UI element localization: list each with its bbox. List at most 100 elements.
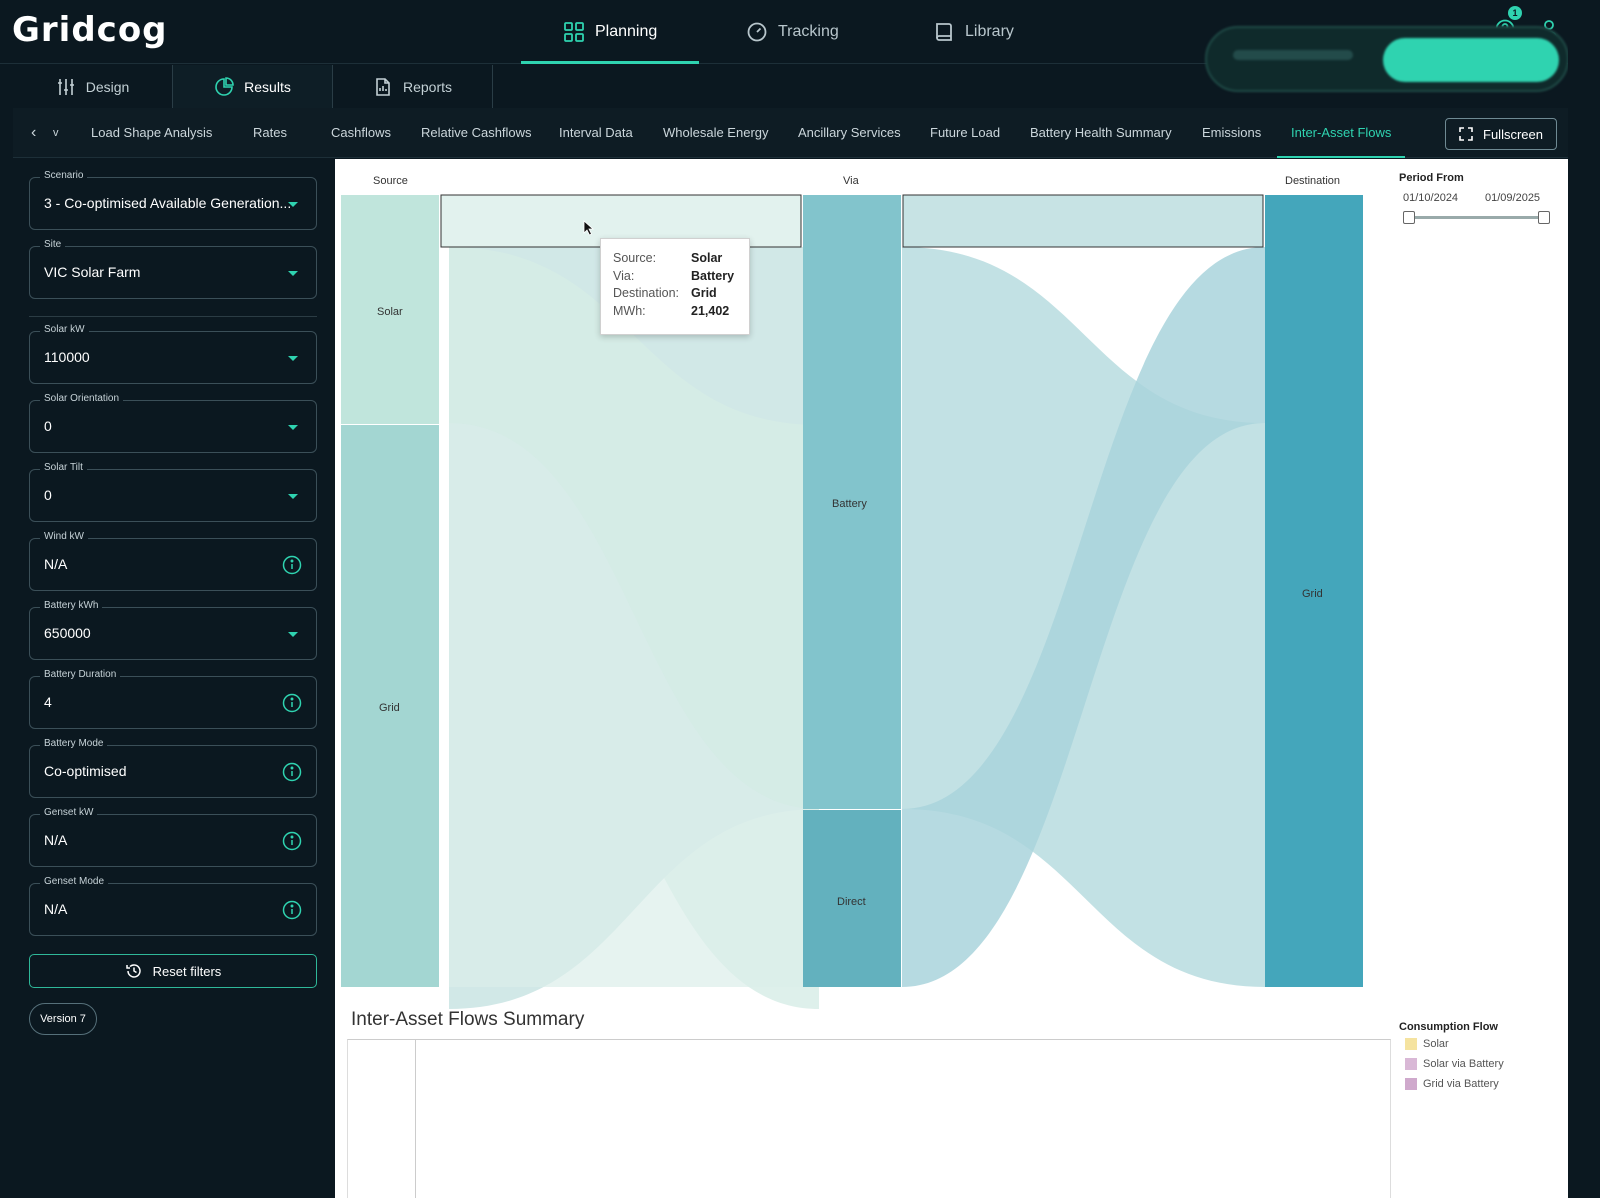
tab-reports[interactable]: Reports	[333, 65, 493, 108]
nav-tracking[interactable]: Tracking	[746, 0, 839, 64]
legend-item-solar-via-battery[interactable]: Solar via Battery	[1405, 1058, 1504, 1070]
field-value: 3 - Co-optimised Available Generation...	[44, 195, 292, 211]
subtab-wholesale-energy[interactable]: Wholesale Energy	[663, 108, 769, 158]
legend-item-grid-via-battery[interactable]: Grid via Battery	[1405, 1078, 1499, 1090]
node-label-grid-source: Grid	[379, 702, 400, 714]
node-label-grid-destination: Grid	[1302, 588, 1323, 600]
tooltip-value: Grid	[691, 286, 717, 300]
solar-orientation-select[interactable]: Solar Orientation 0	[29, 393, 317, 453]
subtab-battery-health[interactable]: Battery Health Summary	[1030, 108, 1172, 158]
info-icon[interactable]	[282, 555, 302, 575]
period-end-date: 01/09/2025	[1485, 192, 1541, 204]
period-filter-title: Period From	[1399, 172, 1464, 184]
grid-icon	[564, 22, 584, 42]
document-icon	[376, 77, 390, 96]
info-icon[interactable]	[282, 831, 302, 851]
info-icon[interactable]	[282, 693, 302, 713]
flow-tooltip: Source: Solar Via: Battery Destination: Gri…	[600, 238, 750, 335]
solar-tilt-select[interactable]: Solar Tilt 0	[29, 462, 317, 522]
field-value: 0	[44, 418, 52, 434]
node-label-battery: Battery	[832, 498, 867, 510]
tooltip-value: 21,402	[691, 303, 730, 318]
app-logo[interactable]: Gridcog	[12, 10, 168, 50]
subtab-scroll-left[interactable]: ‹	[31, 108, 36, 158]
legend-swatch	[1405, 1078, 1417, 1090]
book-icon	[936, 23, 952, 41]
field-label: Scenario	[40, 170, 88, 181]
subtab-emissions[interactable]: Emissions	[1202, 108, 1261, 158]
fullscreen-button[interactable]: Fullscreen	[1445, 118, 1557, 150]
nav-tracking-label: Tracking	[778, 23, 839, 40]
nav-library-label: Library	[965, 23, 1014, 40]
battery-duration-field[interactable]: Battery Duration 4	[29, 669, 317, 729]
subtab-ancillary-services[interactable]: Ancillary Services	[798, 108, 901, 158]
run-control-pill[interactable]	[1205, 26, 1569, 92]
subtab-interval-data[interactable]: Interval Data	[559, 108, 633, 158]
field-value: VIC Solar Farm	[44, 264, 141, 280]
column-header-destination: Destination	[1285, 175, 1341, 187]
notification-badge: 1	[1508, 6, 1522, 20]
field-value: N/A	[44, 832, 68, 848]
subtab-relative-cashflows[interactable]: Relative Cashflows	[421, 108, 532, 158]
tooltip-value: Solar	[691, 251, 723, 265]
field-label: Battery kWh	[40, 600, 103, 611]
column-header-via: Via	[843, 175, 859, 187]
nav-library[interactable]: Library	[933, 0, 1014, 64]
version-chip[interactable]: Version 7	[29, 1003, 97, 1035]
scenario-select[interactable]: Scenario 3 - Co-optimised Available Gene…	[29, 170, 317, 230]
nav-planning-label: Planning	[595, 23, 658, 40]
period-slider-start-handle[interactable]	[1403, 211, 1415, 224]
field-value: N/A	[44, 901, 68, 917]
nav-planning[interactable]: Planning	[520, 0, 700, 64]
legend-item-solar[interactable]: Solar	[1405, 1038, 1449, 1050]
subtab-inter-asset-flows[interactable]: Inter-Asset Flows	[1276, 108, 1406, 158]
section-tabs: Design Results Reports	[13, 65, 493, 108]
solar-kw-select[interactable]: Solar kW 110000	[29, 324, 317, 384]
subtab-partial[interactable]: v	[53, 108, 59, 158]
reset-filters-label: Reset filters	[152, 963, 222, 979]
period-slider-end-handle[interactable]	[1538, 211, 1550, 224]
results-subtabs: ‹ v Load Shape Analysis Rates Cashflows …	[13, 108, 1568, 158]
subtab-cashflows[interactable]: Cashflows	[331, 108, 391, 158]
field-value: 110000	[44, 349, 90, 365]
info-icon[interactable]	[282, 900, 302, 920]
tab-reports-label: Reports	[402, 78, 453, 95]
fullscreen-label: Fullscreen	[1483, 126, 1543, 142]
field-label: Wind kW	[40, 531, 88, 542]
info-icon[interactable]	[282, 762, 302, 782]
genset-kw-field[interactable]: Genset kW N/A	[29, 807, 317, 867]
field-label: Solar Tilt	[40, 462, 87, 473]
expand-icon	[1459, 127, 1473, 141]
subtab-rates[interactable]: Rates	[253, 108, 287, 158]
tooltip-key: MWh:	[613, 303, 646, 318]
dropdown-arrow-icon	[288, 632, 298, 637]
tooltip-key: Destination:	[613, 286, 680, 300]
battery-mode-field[interactable]: Battery Mode Co-optimised	[29, 738, 317, 798]
tab-design[interactable]: Design	[13, 65, 173, 108]
subtab-future-load[interactable]: Future Load	[930, 108, 1000, 158]
genset-mode-field[interactable]: Genset Mode N/A	[29, 876, 317, 936]
pie-chart-icon	[215, 76, 234, 96]
field-label: Solar Orientation	[40, 393, 124, 404]
dropdown-arrow-icon	[288, 356, 298, 361]
field-value: Co-optimised	[44, 763, 127, 779]
dropdown-arrow-icon	[288, 425, 298, 430]
dropdown-arrow-icon	[288, 494, 298, 499]
tooltip-key: Source:	[613, 251, 657, 265]
legend-swatch	[1405, 1038, 1417, 1050]
period-slider-track[interactable]	[1409, 216, 1545, 219]
tab-results[interactable]: Results	[173, 65, 333, 108]
field-label: Solar kW	[40, 324, 89, 335]
battery-kwh-select[interactable]: Battery kWh 650000	[29, 600, 317, 660]
summary-chart-title: Inter-Asset Flows Summary	[351, 1009, 585, 1030]
field-label: Battery Duration	[40, 669, 121, 680]
node-label-direct: Direct	[837, 896, 866, 908]
subtab-load-shape[interactable]: Load Shape Analysis	[91, 108, 212, 158]
site-select[interactable]: Site VIC Solar Farm	[29, 239, 317, 299]
wind-kw-field[interactable]: Wind kW N/A	[29, 531, 317, 591]
reset-filters-button[interactable]: Reset filters	[29, 954, 317, 988]
legend-label: Solar	[1423, 1038, 1449, 1050]
sidebar-divider	[29, 316, 317, 317]
run-button[interactable]	[1383, 38, 1559, 82]
period-start-date: 01/10/2024	[1403, 192, 1459, 204]
